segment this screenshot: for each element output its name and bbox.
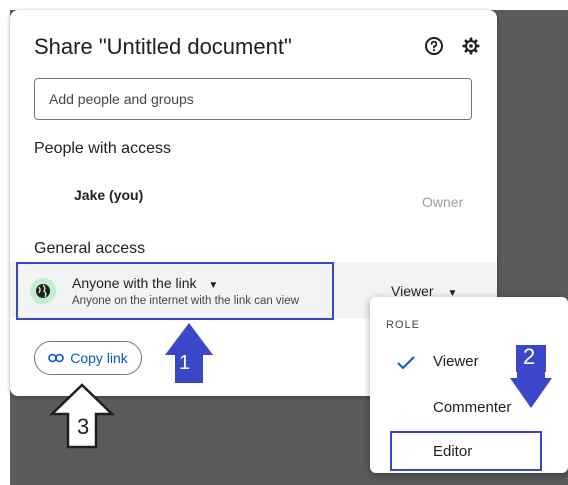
step2-arrow-icon	[510, 372, 552, 408]
annotation-layer	[48, 323, 552, 449]
step3-number: 3	[77, 414, 90, 439]
step2-number: 2	[523, 344, 536, 369]
step1-number: 1	[179, 352, 191, 374]
